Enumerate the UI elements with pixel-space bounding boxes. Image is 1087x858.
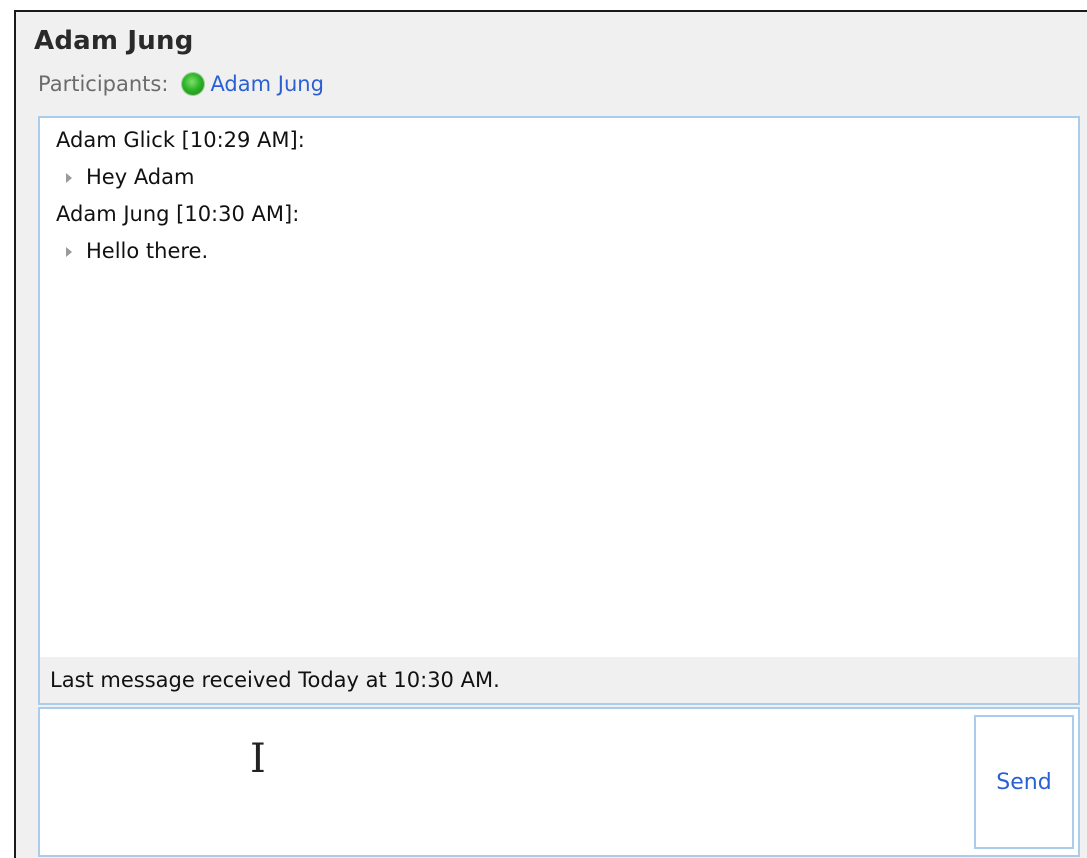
message-bullet-icon bbox=[66, 172, 72, 183]
send-button[interactable]: Send bbox=[974, 715, 1074, 849]
text-cursor-icon: I bbox=[250, 736, 266, 782]
message-text: Hello there. bbox=[86, 239, 209, 263]
participants-row: Participants: Adam Jung bbox=[38, 72, 324, 96]
message-item: Adam Jung [10:30 AM]: Hello there. bbox=[56, 196, 1068, 270]
message-body-row: Hello there. bbox=[56, 233, 1068, 270]
message-transcript[interactable]: Adam Glick [10:29 AM]: Hey Adam Adam Jun… bbox=[38, 116, 1080, 705]
participants-label: Participants: bbox=[38, 72, 169, 96]
message-header: Adam Jung [10:30 AM]: bbox=[56, 202, 300, 226]
online-status-icon bbox=[182, 73, 205, 95]
message-text: Hey Adam bbox=[86, 165, 195, 189]
conversation-title: Adam Jung bbox=[34, 26, 194, 56]
chat-window: Adam Jung Participants: Adam Jung Adam G… bbox=[14, 10, 1087, 858]
participant-link[interactable]: Adam Jung bbox=[210, 72, 323, 96]
message-composer: I Send bbox=[38, 707, 1080, 857]
message-body-row: Hey Adam bbox=[56, 159, 1068, 196]
message-input[interactable] bbox=[48, 715, 962, 851]
message-list: Adam Glick [10:29 AM]: Hey Adam Adam Jun… bbox=[56, 122, 1068, 270]
last-message-status: Last message received Today at 10:30 AM. bbox=[40, 657, 1078, 703]
message-bullet-icon bbox=[66, 246, 72, 257]
message-item: Adam Glick [10:29 AM]: Hey Adam bbox=[56, 122, 1068, 196]
message-header: Adam Glick [10:29 AM]: bbox=[56, 128, 305, 152]
